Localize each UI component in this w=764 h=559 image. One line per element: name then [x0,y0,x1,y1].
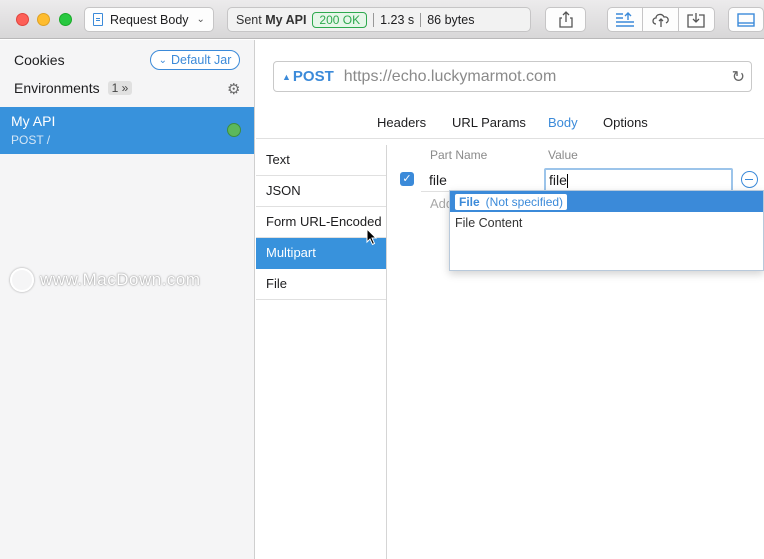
column-part-name: Part Name [430,148,488,162]
share-button[interactable] [545,7,586,32]
body-type-json[interactable]: JSON [256,176,386,207]
file-token-pill: File (Not specified) [455,193,568,210]
watermark: www.MacDown.com [10,268,201,292]
divider [373,12,375,27]
default-jar-label: Default Jar [170,53,232,67]
table-row: ✓ file file [388,165,764,193]
request-layout-icon [616,12,635,27]
window-toolbar: Request Body ⌄ Sent My API 200 OK 1.23 s… [0,0,764,39]
part-name-field[interactable]: file [421,168,539,192]
part-value-field[interactable]: file [544,168,733,192]
document-icon [93,13,103,26]
enabled-checkbox[interactable]: ✓ [400,172,414,186]
default-jar-button[interactable]: ⌄ Default Jar [150,50,240,70]
response-view-button[interactable] [679,8,714,31]
sidebar: Cookies ⌄ Default Jar Environments 1 » ⚙… [0,40,255,559]
url-input[interactable]: https://echo.luckymarmot.com [344,68,557,86]
request-tabs: Headers URL Params Body Options [256,108,764,138]
environments-row[interactable]: Environments 1 » [14,80,133,96]
up-down-arrows-icon: ▲ [282,71,291,82]
tab-body[interactable]: Body [548,115,578,130]
method-label: POST [292,68,334,85]
gear-icon[interactable]: ⚙ [227,80,240,98]
url-bar[interactable]: ▲ POST https://echo.luckymarmot.com ↻ [273,61,752,92]
response-status-bar[interactable]: Sent My API 200 OK 1.23 s 86 bytes [227,7,531,32]
minimize-window-button[interactable] [37,13,50,26]
panel-layout-icon [737,12,755,27]
body-type-text[interactable]: Text [256,145,386,176]
download-box-icon [687,12,705,28]
body-type-file[interactable]: File [256,269,386,300]
method-selector[interactable]: ▲ POST [282,68,334,85]
tabs-divider [256,138,764,139]
tab-headers[interactable]: Headers [377,115,426,130]
reload-icon[interactable]: ↻ [732,67,745,87]
request-body-dropdown[interactable]: Request Body ⌄ [84,7,214,32]
chevron-down-icon: ⌄ [158,54,167,66]
request-view-button[interactable] [608,8,644,31]
mouse-pointer-icon [366,228,378,246]
request-body-label: Request Body [110,12,189,27]
environments-count-badge: 1 » [107,81,133,95]
tab-url-params[interactable]: URL Params [452,115,526,130]
close-window-button[interactable] [16,13,29,26]
remove-row-icon[interactable] [741,171,758,188]
body-type-list: Text JSON Form URL-Encoded Multipart Fil… [256,145,387,559]
response-size: 86 bytes [427,12,475,27]
request-name: My API [11,113,56,129]
share-icon [558,11,573,28]
view-toggle-group [607,7,715,32]
sidebar-item-my-api[interactable]: My API POST / [0,107,254,154]
watermark-text: www.MacDown.com [40,270,201,289]
macdown-logo-icon [10,268,34,292]
response-time: 1.23 s [380,12,415,27]
cookies-label[interactable]: Cookies [14,52,65,68]
status-code-badge: 200 OK [312,11,368,28]
request-subtitle: POST / [11,133,51,147]
divider [420,12,422,27]
value-type-dropdown: File (Not specified) File Content [449,190,764,271]
toggle-panel-button[interactable] [728,7,764,32]
status-sent-text: Sent My API [236,12,307,27]
zoom-window-button[interactable] [59,13,72,26]
chevron-down-icon: ⌄ [196,14,205,25]
environments-label: Environments [14,80,100,96]
tab-options[interactable]: Options [603,115,648,130]
cloud-sync-icon [651,13,669,27]
dropdown-item-file[interactable]: File (Not specified) [450,191,763,212]
sync-view-button[interactable] [643,8,679,31]
column-value: Value [548,148,578,162]
dropdown-item-file-content[interactable]: File Content [450,212,763,230]
status-dot-icon [227,123,241,137]
